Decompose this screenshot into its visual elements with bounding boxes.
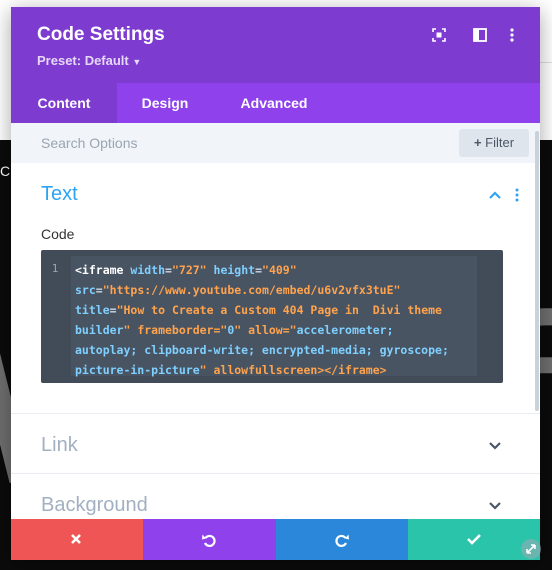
code-input[interactable]: <iframe width="727" height="409" src="htt… <box>71 256 477 377</box>
cancel-button[interactable] <box>11 519 144 560</box>
code-settings-modal: Code Settings Preset: Default ▼ Content … <box>11 7 540 560</box>
chevron-up-icon[interactable] <box>488 188 502 202</box>
focus-icon[interactable] <box>431 27 447 43</box>
undo-button[interactable] <box>143 519 276 560</box>
filter-label: Filter <box>485 135 515 150</box>
code-editor[interactable]: 1 <iframe width="727" height="409" src="h… <box>41 250 503 383</box>
scrollbar-thumb[interactable] <box>535 131 539 411</box>
code-line: picture-in-picture" allowfullscreen></if… <box>75 363 387 377</box>
redo-button[interactable] <box>276 519 408 560</box>
section-divider <box>11 473 540 474</box>
plus-icon: + <box>473 135 482 150</box>
cancel-icon <box>71 534 81 544</box>
modal-title: Code Settings <box>37 24 165 45</box>
code-line: <iframe width="727" height="409" <box>75 263 297 277</box>
tab-design[interactable]: Design <box>117 83 213 123</box>
resize-handle-icon[interactable] <box>521 539 541 559</box>
preset-label: Preset: Default <box>37 53 129 68</box>
code-line: builder" frameborder="0" allow="accelero… <box>75 323 394 337</box>
search-input[interactable]: Search Options <box>41 135 138 151</box>
section-options-icon[interactable] <box>514 188 520 202</box>
split-view-icon[interactable] <box>472 27 488 43</box>
more-vertical-icon[interactable] <box>504 27 520 43</box>
line-number: 1 <box>51 262 59 275</box>
caret-down-icon: ▼ <box>132 57 142 67</box>
section-title-text[interactable]: Text <box>41 183 78 206</box>
section-divider <box>11 413 540 414</box>
code-line: title="How to Create a Custom 404 Page i… <box>75 303 442 317</box>
tab-content[interactable]: Content <box>11 83 117 123</box>
redo-icon <box>335 534 349 548</box>
section-title-link[interactable]: Link <box>41 434 78 457</box>
modal-footer <box>11 519 540 560</box>
tab-bar: Content Design Advanced <box>11 83 540 123</box>
section-title-background[interactable]: Background <box>41 494 148 517</box>
tab-advanced[interactable]: Advanced <box>221 83 327 123</box>
search-bar: Search Options + Filter <box>11 123 540 163</box>
chevron-down-icon[interactable] <box>488 499 502 513</box>
code-field-label: Code <box>41 226 75 242</box>
modal-header: Code Settings Preset: Default ▼ <box>11 7 540 83</box>
chevron-down-icon[interactable] <box>488 439 502 453</box>
save-check-icon <box>467 534 481 545</box>
filter-button[interactable]: + Filter <box>459 129 529 157</box>
code-line: autoplay; clipboard-write; encrypted-med… <box>75 343 449 357</box>
background-divider <box>540 62 552 63</box>
undo-icon <box>202 534 216 548</box>
resize-arrows-icon <box>526 544 536 554</box>
code-line: src="https://www.youtube.com/embed/u6v2v… <box>75 283 401 297</box>
preset-dropdown[interactable]: Preset: Default ▼ <box>37 53 141 68</box>
